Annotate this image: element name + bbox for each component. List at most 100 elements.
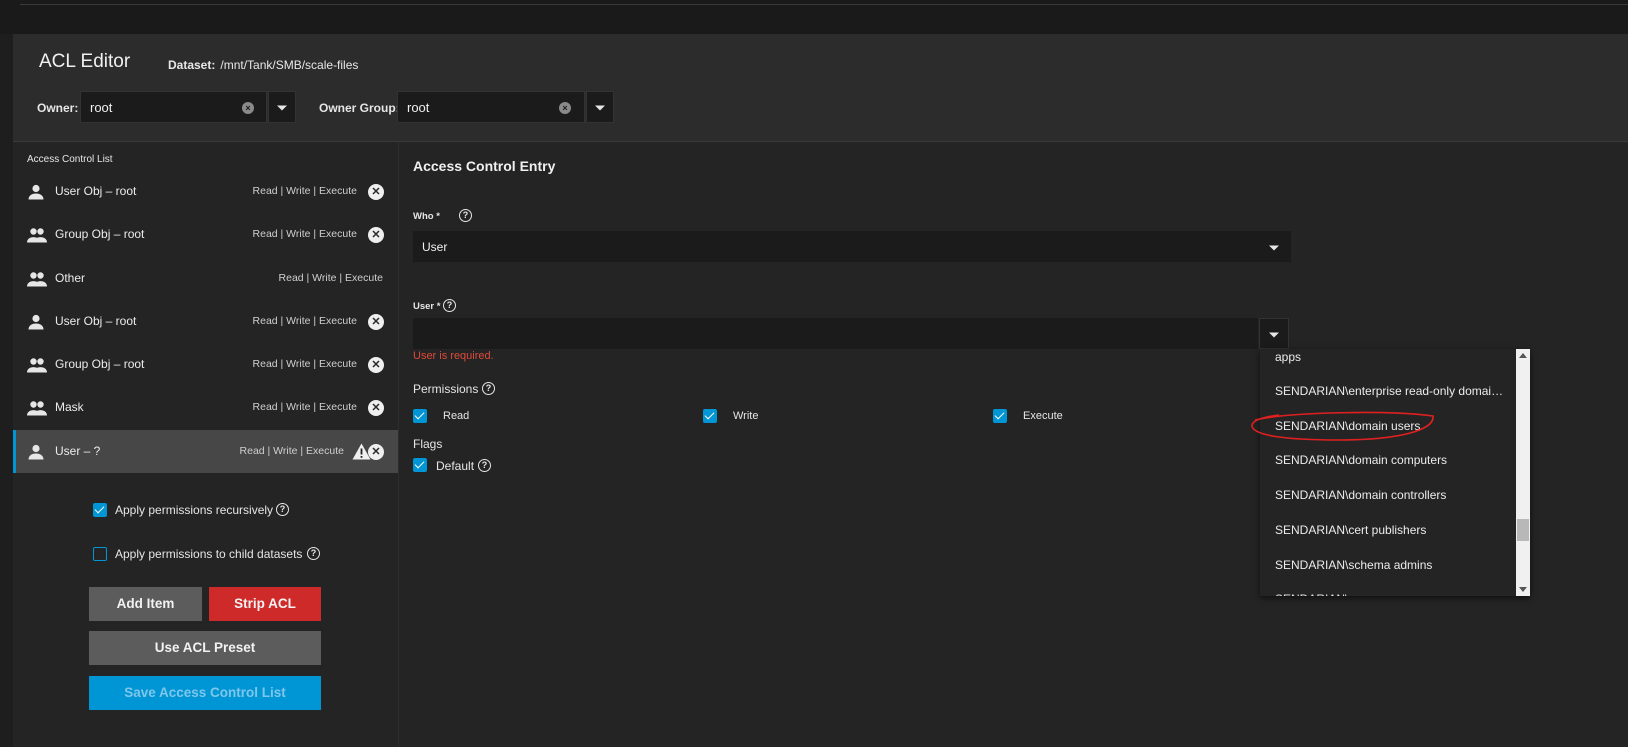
execute-label: Execute — [1023, 410, 1063, 422]
acl-item-perms: Read | Write | Execute — [252, 358, 357, 371]
user-options-dropdown: apps SENDARIAN\enterprise read-only domai… — [1260, 349, 1530, 596]
who-value: User — [422, 240, 448, 254]
child-datasets-checkbox[interactable] — [93, 547, 107, 561]
group-icon — [27, 357, 47, 373]
use-acl-preset-button[interactable]: Use ACL Preset — [89, 631, 321, 665]
flags-label: Flags — [413, 437, 443, 451]
person-icon — [27, 184, 45, 200]
top-toolbar — [0, 0, 1628, 34]
help-icon[interactable]: ? — [307, 547, 320, 560]
acl-item-perms: Read | Write | Execute — [252, 185, 357, 197]
acl-item-perms: Read | Write | Execute — [252, 314, 357, 327]
dropdown-option[interactable]: SENDARIAN\domain computers — [1275, 453, 1447, 467]
remove-icon[interactable]: ✕ — [368, 357, 384, 374]
group-icon — [27, 271, 47, 287]
acl-item-perms: Read | Write | Execute — [252, 228, 357, 241]
owner-group-value: root — [407, 100, 430, 115]
dropdown-scrollbar[interactable] — [1516, 349, 1530, 596]
recursive-checkbox[interactable] — [93, 503, 107, 517]
acl-list: User Obj – root Read | Write | Execute ✕ Gr… — [13, 170, 398, 474]
acl-item-name: Other — [55, 270, 86, 285]
scroll-down-icon[interactable] — [1519, 587, 1527, 592]
help-icon[interactable]: ? — [478, 459, 491, 472]
read-checkbox[interactable] — [413, 409, 427, 423]
user-input[interactable] — [413, 318, 1258, 349]
acl-list-item[interactable]: User Obj – root Read | Write | Execute ✕ — [13, 300, 398, 343]
dropdown-option[interactable]: SENDARIAN\domain controllers — [1275, 488, 1446, 502]
help-icon[interactable]: ? — [443, 299, 456, 312]
owner-group-input[interactable]: root × — [397, 91, 585, 123]
write-label: Write — [733, 410, 759, 422]
acl-list-heading: Access Control List — [27, 154, 113, 165]
person-icon — [27, 314, 45, 330]
default-flag-checkbox[interactable] — [413, 458, 427, 472]
acl-list-panel: Access Control List User Obj – root Read … — [13, 142, 398, 747]
user-dropdown-button[interactable] — [1259, 318, 1289, 349]
scroll-up-icon[interactable] — [1519, 353, 1527, 358]
annotation-circle — [1251, 411, 1434, 441]
dropdown-option[interactable]: SENDARIAN\schema admins — [1275, 558, 1432, 572]
add-item-button[interactable]: Add Item — [89, 587, 202, 621]
clear-icon[interactable]: × — [559, 102, 571, 114]
dropdown-option[interactable]: SENDARIAN\cert publishers — [1275, 523, 1426, 537]
owner-dropdown-button[interactable] — [268, 91, 296, 123]
chevron-down-icon — [277, 105, 287, 111]
toolbar-divider — [20, 4, 1628, 5]
page-title: ACL Editor — [39, 51, 131, 72]
acl-list-item[interactable]: User – ? Read | Write | Execute ✕ — [13, 429, 398, 474]
dropdown-option[interactable]: SENDARIAN\enterprise read-only domai… — [1275, 384, 1503, 398]
acl-item-name: Mask — [55, 400, 84, 415]
ace-title: Access Control Entry — [413, 158, 556, 174]
owner-value: root — [90, 100, 113, 115]
acl-item-perms: Read | Write | Execute — [239, 444, 344, 457]
user-error: User is required. — [413, 350, 494, 362]
user-label: User * — [413, 301, 441, 312]
write-checkbox[interactable] — [703, 409, 717, 423]
acl-item-name: User Obj – root — [55, 184, 137, 198]
acl-list-item[interactable]: Group Obj – root Read | Write | Execute ✕ — [13, 343, 398, 386]
acl-item-name: User Obj – root — [55, 313, 137, 328]
remove-icon[interactable]: ✕ — [368, 400, 384, 417]
remove-icon[interactable]: ✕ — [368, 443, 384, 460]
who-label: Who * — [413, 211, 440, 222]
strip-acl-button[interactable]: Strip ACL — [209, 587, 321, 621]
owner-label: Owner: — [37, 101, 79, 115]
recursive-label: Apply permissions recursively — [115, 503, 274, 517]
chevron-down-icon — [1269, 245, 1279, 250]
acl-item-perms: Read | Write | Execute — [278, 271, 383, 284]
person-icon — [27, 444, 45, 460]
permissions-label: Permissions — [413, 382, 479, 396]
remove-icon[interactable]: ✕ — [368, 227, 384, 244]
dataset-path: /mnt/Tank/SMB/scale-files — [220, 58, 359, 72]
acl-editor-header: ACL Editor Dataset: /mnt/Tank/SMB/scale-f… — [13, 34, 1628, 142]
group-icon — [27, 227, 47, 243]
save-acl-button[interactable]: Save Access Control List — [89, 676, 321, 710]
owner-group-dropdown-button[interactable] — [586, 91, 614, 123]
owner-input[interactable]: root × — [80, 91, 267, 123]
remove-icon[interactable]: ✕ — [368, 313, 384, 330]
help-icon[interactable]: ? — [459, 209, 472, 222]
acl-list-item[interactable]: Group Obj – root Read | Write | Execute ✕ — [13, 213, 398, 256]
read-label: Read — [443, 410, 470, 422]
acl-list-item[interactable]: User Obj – root Read | Write | Execute ✕ — [13, 170, 398, 213]
help-icon[interactable]: ? — [482, 382, 495, 395]
acl-list-item[interactable]: Mask Read | Write | Execute ✕ — [13, 386, 398, 429]
acl-item-perms: Read | Write | Execute — [252, 401, 357, 414]
execute-checkbox[interactable] — [993, 409, 1007, 423]
clear-icon[interactable]: × — [242, 102, 254, 114]
help-icon[interactable]: ? — [276, 503, 289, 516]
dataset-info: Dataset: /mnt/Tank/SMB/scale-files — [168, 58, 358, 72]
who-select[interactable]: User — [413, 231, 1291, 262]
acl-item-name: Group Obj – root — [55, 227, 145, 242]
scrollbar-thumb[interactable] — [1517, 519, 1529, 541]
child-datasets-label: Apply permissions to child datasets — [115, 547, 303, 561]
remove-icon[interactable]: ✕ — [368, 184, 384, 200]
default-flag-label: Default — [436, 459, 475, 473]
group-icon — [27, 400, 47, 416]
dropdown-option[interactable]: apps — [1275, 350, 1301, 364]
dropdown-option[interactable]: SENDARIAN\... — [1275, 592, 1358, 596]
chevron-down-icon — [1269, 332, 1279, 337]
chevron-down-icon — [595, 105, 605, 111]
acl-item-name: User – ? — [55, 443, 101, 458]
acl-list-item[interactable]: Other Read | Write | Execute — [13, 257, 398, 300]
